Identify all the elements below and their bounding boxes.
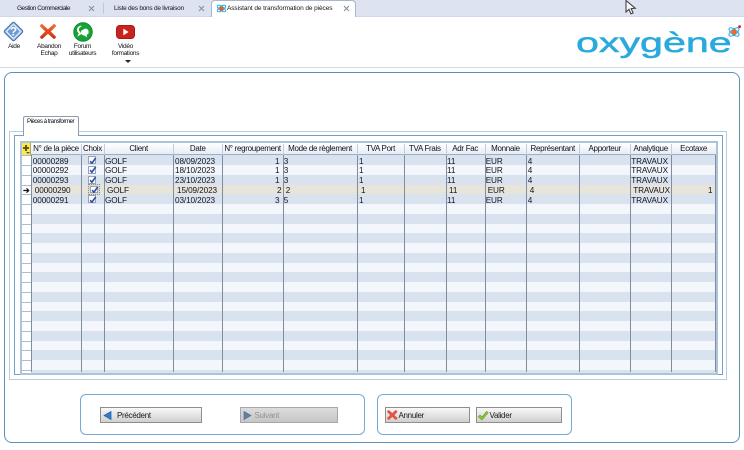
svg-text:?: ? xyxy=(10,27,17,39)
